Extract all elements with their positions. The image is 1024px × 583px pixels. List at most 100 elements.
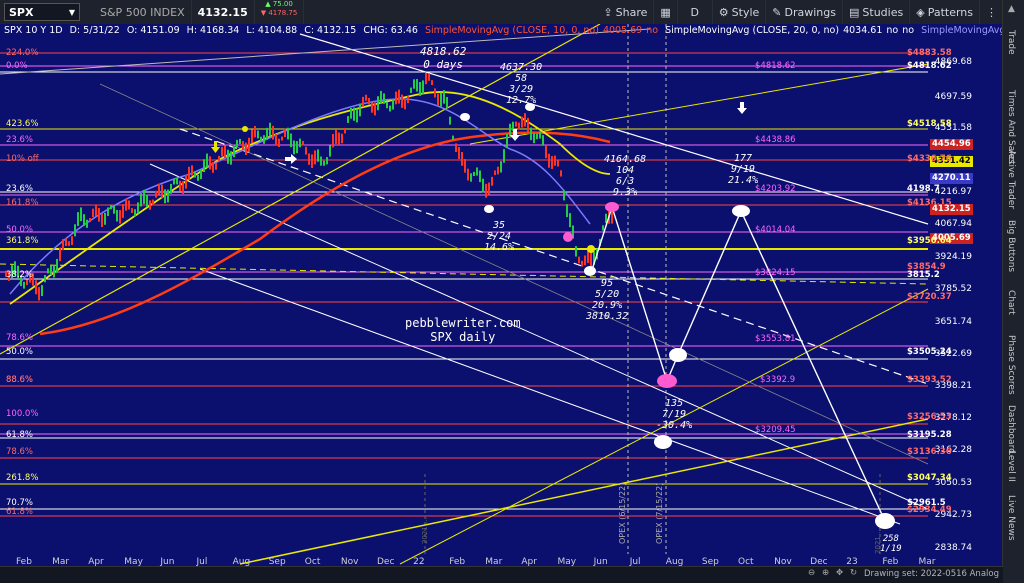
more-button[interactable]: ⋮	[980, 0, 1003, 24]
candle	[23, 281, 25, 289]
patterns-icon: ◈	[916, 5, 925, 19]
drawings-button[interactable]: ✎ Drawings	[766, 0, 843, 24]
candle	[158, 183, 160, 195]
refresh-icon[interactable]: ↻	[850, 568, 857, 578]
candle	[362, 96, 364, 107]
candle	[437, 93, 439, 107]
sidebar-tab[interactable]: Live News	[1006, 495, 1016, 541]
candle	[62, 238, 64, 251]
zoom-out-icon[interactable]: ⊖	[808, 568, 815, 578]
candle	[68, 241, 70, 246]
fib-label: 224.0%	[6, 48, 39, 58]
sidebar-tab[interactable]: Big Buttons	[1006, 220, 1016, 272]
fib-label: 10% off	[6, 154, 39, 164]
candle	[188, 166, 190, 180]
candle	[440, 92, 442, 107]
candle	[431, 80, 433, 86]
grid-button[interactable]: ▦	[654, 0, 678, 24]
symbol-input[interactable]: SPX ▼	[4, 3, 80, 21]
candle	[320, 156, 322, 166]
candle	[539, 131, 541, 139]
candle	[152, 199, 154, 205]
sidebar-tab[interactable]: Level II	[1006, 450, 1016, 482]
candle	[290, 133, 292, 148]
candle	[296, 141, 298, 154]
candle	[323, 160, 325, 166]
candle	[458, 147, 460, 160]
fib-label: 38.2%	[6, 270, 34, 280]
sma1-value: 4005.69	[602, 25, 643, 36]
candle	[278, 138, 280, 148]
fib-label: 161.8%	[6, 198, 39, 208]
candle	[56, 258, 58, 273]
sidebar-tab[interactable]: Chart	[1006, 290, 1016, 315]
candle	[248, 137, 250, 152]
symbol-text: SPX	[9, 5, 34, 19]
candle	[230, 151, 232, 165]
candle	[200, 169, 202, 180]
candle	[566, 204, 568, 218]
candle	[407, 96, 409, 104]
candle	[242, 141, 244, 151]
fib-label: 78.6%	[6, 447, 34, 457]
candle	[182, 180, 184, 195]
change-box: ▲ 75.00 ▼ 4178.75	[255, 0, 305, 24]
style-button[interactable]: ⚙ Style	[713, 0, 767, 24]
candle	[239, 138, 241, 144]
candle	[176, 177, 178, 185]
candle	[380, 90, 382, 105]
price-tag: 4132.15	[930, 204, 973, 215]
sidebar-tab[interactable]: Active Trader	[1006, 150, 1016, 209]
bottom-bar: Drawing set: 2022-0516 Analog ⊖ ⊕ ✥ ↻	[0, 566, 1003, 583]
candle	[86, 219, 88, 228]
candle	[185, 174, 187, 189]
candle	[428, 73, 430, 81]
annotation-4164: 4164.68 104 6/3 9.3%	[604, 154, 647, 198]
top-toolbar: SPX ▼ S&P 500 INDEX 4132.15 ▲ 75.00 ▼ 41…	[0, 0, 1003, 25]
pan-icon[interactable]: ✥	[836, 568, 843, 578]
studies-button[interactable]: ▤ Studies	[843, 0, 911, 24]
candle	[353, 107, 355, 121]
candle	[347, 116, 349, 123]
candle	[128, 200, 130, 210]
candle	[557, 160, 559, 167]
candle	[98, 207, 100, 222]
sidebar-tab[interactable]: Phase Scores	[1006, 335, 1016, 395]
info-change: CHG: 63.46	[363, 25, 418, 36]
candle	[227, 149, 229, 164]
year-label-a: 2021 ...	[421, 517, 429, 544]
candle	[263, 135, 265, 144]
right-scroll-up[interactable]: ▲	[1008, 4, 1015, 14]
share-button[interactable]: ⇪ Share	[597, 0, 655, 24]
change-up-text: ▲ 75.00	[265, 0, 293, 8]
annotation-35: 35 2/24 14.6%	[484, 220, 515, 253]
candle	[530, 127, 532, 141]
candle	[575, 246, 577, 257]
candle	[131, 208, 133, 214]
candle	[308, 153, 310, 165]
sidebar-tab[interactable]: Dashboard	[1006, 405, 1016, 454]
fib-label: 50.0%	[6, 347, 34, 357]
candle	[416, 79, 418, 92]
period-button[interactable]: D	[678, 0, 713, 24]
candle	[203, 159, 205, 173]
compare-symbol[interactable]: S&P 500 INDEX	[94, 0, 192, 24]
candle	[473, 171, 475, 177]
candle	[602, 225, 604, 231]
candle	[44, 275, 46, 283]
fib-label: 0.0%	[6, 61, 28, 71]
candle	[191, 165, 193, 176]
more-icon: ⋮	[986, 5, 997, 19]
patterns-button[interactable]: ◈ Patterns	[910, 0, 980, 24]
candle	[245, 142, 247, 155]
candle	[503, 149, 505, 163]
candle	[461, 151, 463, 166]
candle	[149, 200, 151, 210]
info-close: C: 4132.15	[304, 25, 357, 36]
zoom-in-icon[interactable]: ⊕	[822, 568, 829, 578]
candle	[542, 135, 544, 146]
candle	[215, 162, 217, 170]
sidebar-tab[interactable]: Trade	[1006, 30, 1016, 55]
price-tag: $3505.24	[907, 347, 952, 357]
candle	[287, 127, 289, 140]
